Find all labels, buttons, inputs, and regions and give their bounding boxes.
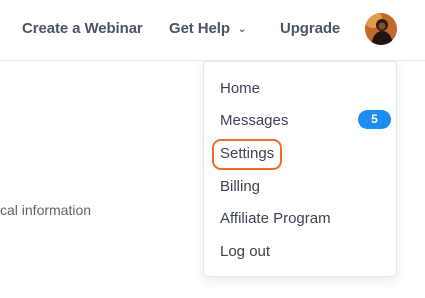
menu-item-home[interactable]: Home [220, 80, 260, 97]
menu-item-messages[interactable]: Messages [220, 112, 288, 129]
menu-item-billing[interactable]: Billing [220, 178, 260, 195]
get-help-label: Get Help [169, 20, 230, 37]
menu-item-affiliate-program[interactable]: Affiliate Program [220, 210, 331, 227]
menu-item-log-out[interactable]: Log out [220, 243, 270, 260]
background-partial-text: cal information [0, 202, 92, 218]
upgrade-link[interactable]: Upgrade [280, 20, 340, 37]
top-navigation-bar: Create a Webinar Get Help ⌄ Upgrade [0, 0, 425, 61]
create-webinar-link[interactable]: Create a Webinar [22, 20, 143, 37]
menu-item-settings[interactable]: Settings [220, 145, 274, 162]
account-dropdown-menu: Home Messages 5 Settings Billing Affilia… [203, 61, 397, 277]
avatar[interactable] [365, 13, 397, 45]
chevron-down-icon: ⌄ [237, 24, 247, 35]
get-help-menu[interactable]: Get Help ⌄ [169, 20, 246, 37]
messages-count-badge: 5 [358, 110, 391, 129]
